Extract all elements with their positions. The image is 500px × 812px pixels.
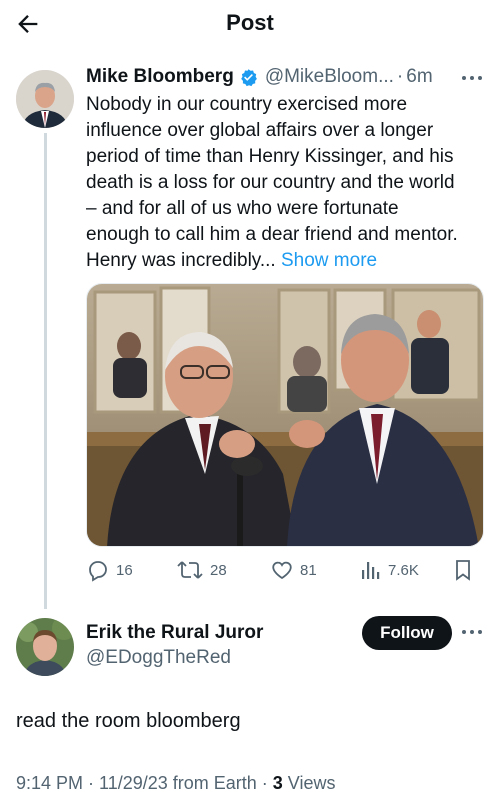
- views-count: 7.6K: [388, 561, 419, 579]
- author-handle[interactable]: @MikeBloom...: [265, 66, 394, 88]
- more-options-icon[interactable]: [458, 68, 486, 88]
- reply-count: 16: [116, 561, 133, 579]
- reply-author-handle[interactable]: @EDoggTheRed: [86, 647, 231, 669]
- follow-button[interactable]: Follow: [362, 616, 452, 650]
- tweet-text-line: Nobody in our country exercised more: [86, 94, 408, 115]
- tweet-header: Mike Bloomberg @MikeBloom... · 6m: [86, 66, 433, 88]
- reply-more-options-icon[interactable]: [458, 622, 486, 642]
- author-avatar[interactable]: [16, 70, 74, 128]
- tweet-text-line: enough to call him a dear friend and men…: [86, 224, 458, 245]
- show-more-link[interactable]: Show more: [281, 250, 377, 271]
- page-title: Post: [226, 10, 274, 35]
- reply-author-name[interactable]: Erik the Rural Juror: [86, 622, 263, 644]
- views-button[interactable]: 7.6K: [360, 558, 419, 582]
- reply-text: read the room bloomberg: [16, 710, 241, 732]
- tweet-photo[interactable]: [86, 283, 484, 547]
- tweet-text-line: influence over global affairs over a lon…: [86, 120, 434, 141]
- reply-button[interactable]: 16: [86, 558, 133, 582]
- tweet-text-line: – and for all of us who were fortunate: [86, 198, 399, 219]
- tweet-actions: 16 28 81 7.6K: [86, 558, 486, 586]
- thread-line: [44, 133, 47, 609]
- separator: ·: [396, 66, 404, 87]
- repost-count: 28: [210, 561, 227, 579]
- views-chart-icon: [362, 562, 380, 579]
- reply-metadata: 9:14 PM · 11/29/23 from Earth · 3 Views: [16, 773, 336, 794]
- bookmark-button[interactable]: [452, 558, 480, 582]
- reply-author-avatar[interactable]: [16, 618, 74, 676]
- photo-image: [87, 284, 483, 546]
- top-bar: Post: [0, 0, 500, 46]
- tweet-text-line: Henry was incredibly...: [86, 250, 281, 271]
- heart-icon: [272, 561, 292, 580]
- reply-views-label: Views: [282, 773, 336, 793]
- tweet-text-line: period of time than Henry Kissinger, and…: [86, 146, 454, 167]
- like-button[interactable]: 81: [270, 558, 317, 582]
- bookmark-icon: [456, 560, 470, 581]
- repost-icon: [177, 561, 203, 579]
- author-name[interactable]: Mike Bloomberg: [86, 66, 234, 88]
- tweet-text: Nobody in our country exercised more inf…: [86, 92, 486, 274]
- reply-views-count: 3: [272, 773, 283, 793]
- reply-icon: [89, 561, 107, 582]
- like-count: 81: [300, 561, 317, 579]
- tweet-text-line-last: Henry was incredibly... Show more: [86, 248, 486, 274]
- repost-button[interactable]: 28: [176, 558, 227, 582]
- tweet-text-line: death is a loss for our country and the …: [86, 172, 455, 193]
- reply-timestamp[interactable]: 9:14 PM · 11/29/23 from Earth ·: [16, 773, 273, 793]
- verified-badge-icon: [241, 68, 257, 86]
- tweet-time[interactable]: 6m: [406, 66, 432, 88]
